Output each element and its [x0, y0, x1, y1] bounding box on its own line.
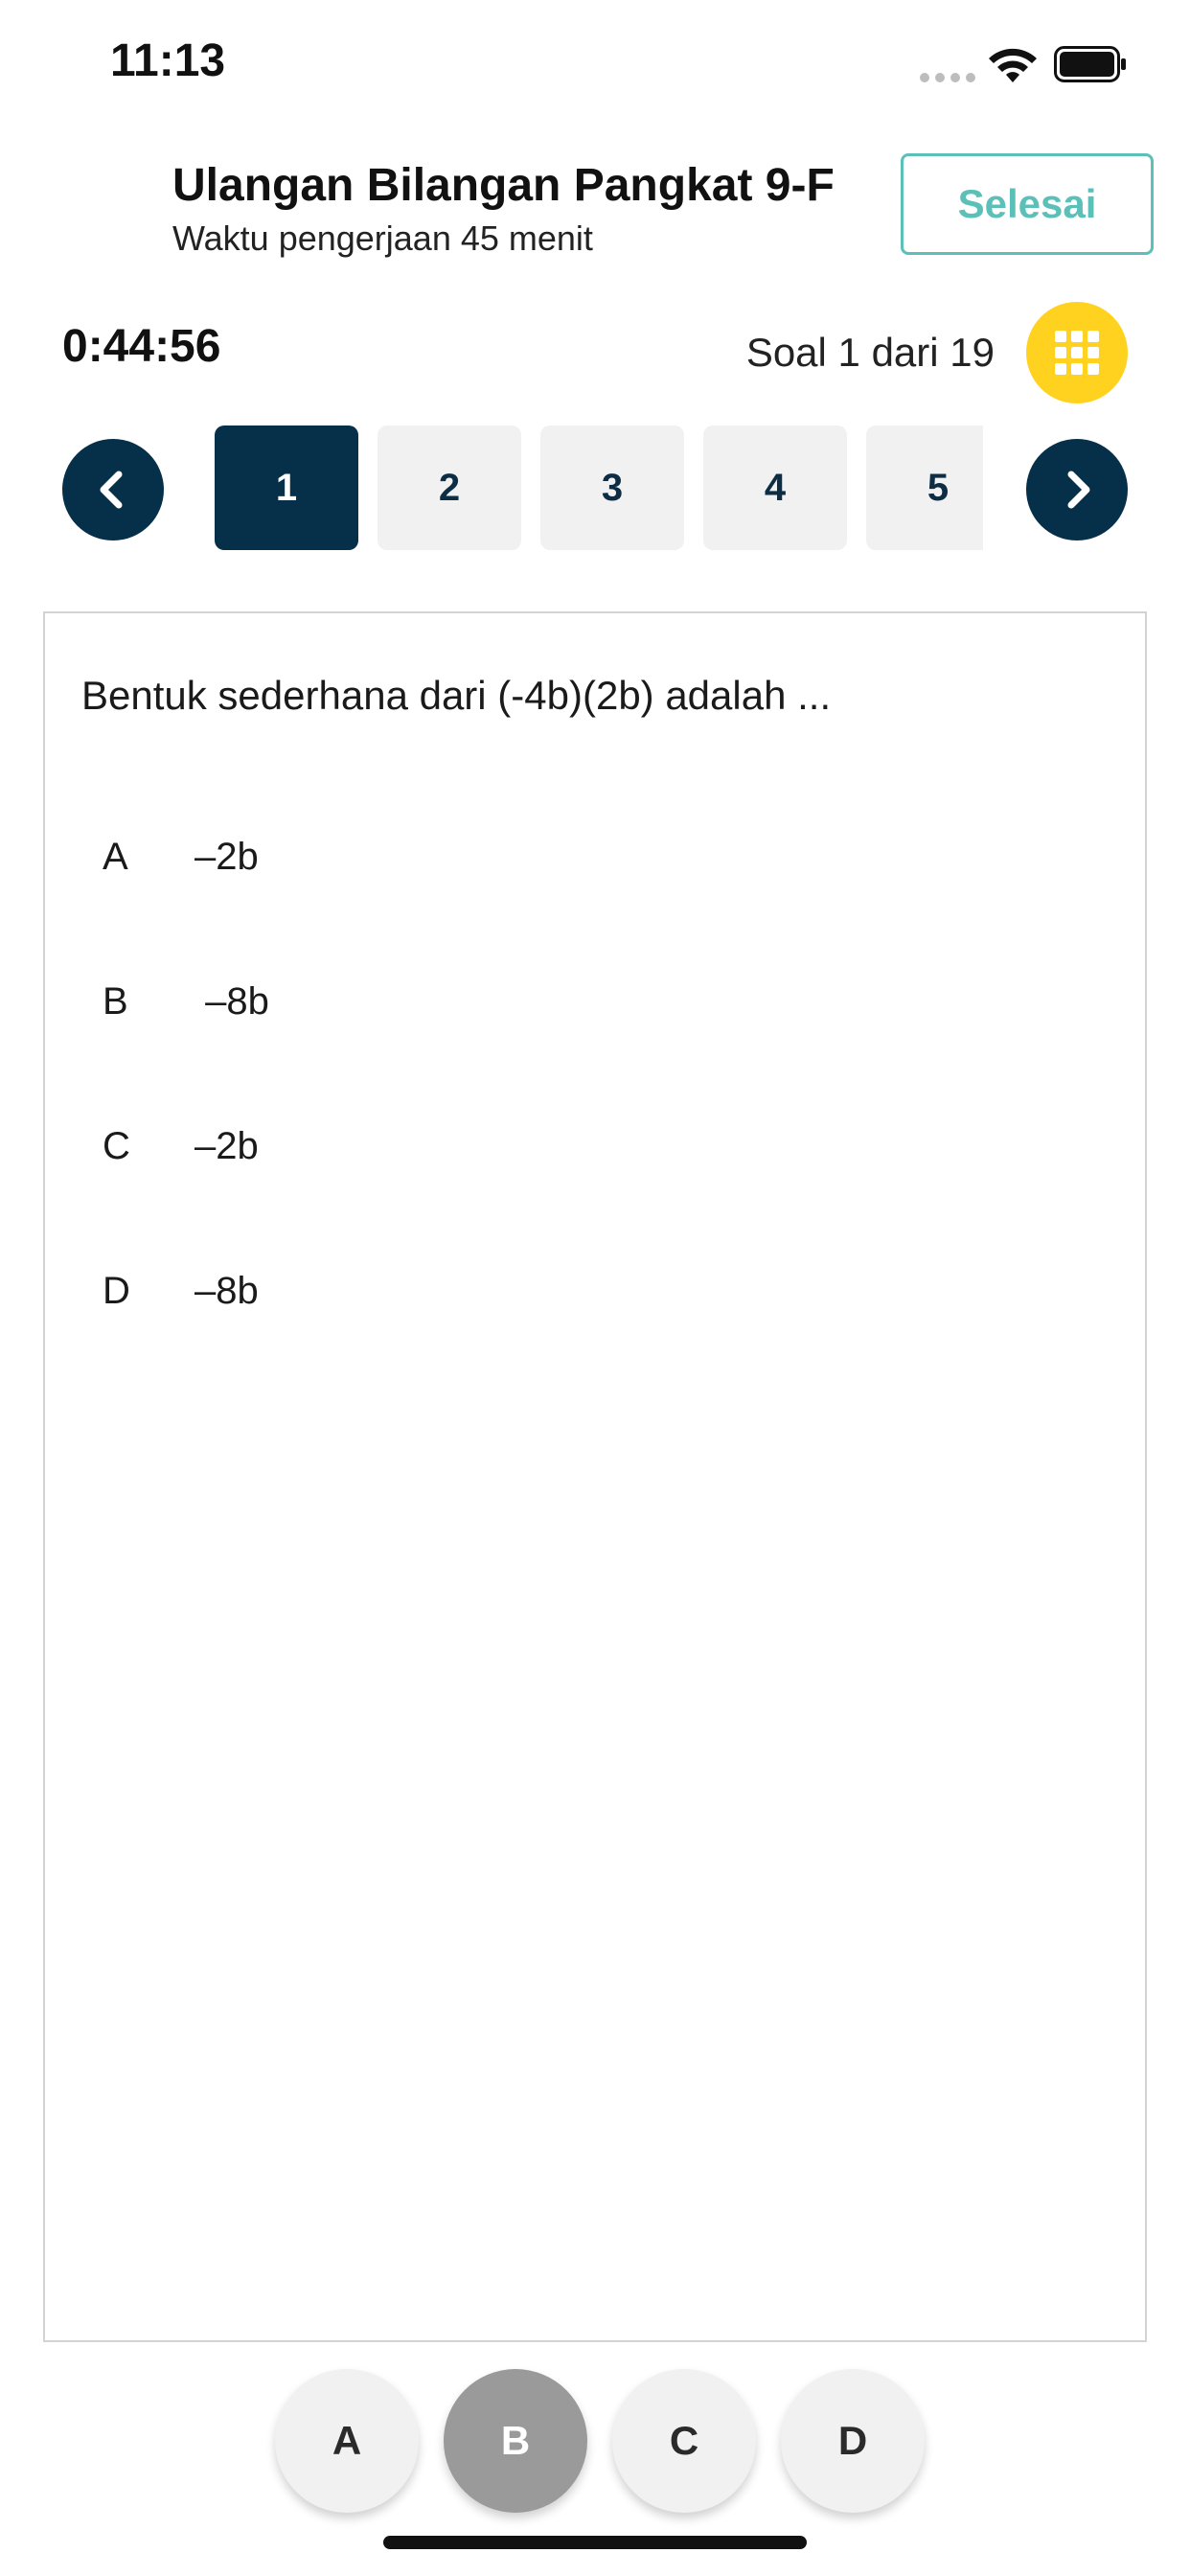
question-text: Bentuk sederhana dari (-4b)(2b) adalah .…	[81, 673, 832, 718]
question-progress: Soal 1 dari 19	[745, 330, 995, 375]
question-card: Bentuk sederhana dari (-4b)(2b) adalah .…	[43, 611, 1147, 2342]
option-value: –8b	[195, 980, 269, 1023]
chevron-right-icon	[1067, 471, 1090, 509]
grid-icon	[1055, 331, 1099, 375]
status-bar: 11:13	[0, 0, 1190, 134]
exam-header: Ulangan Bilangan Pangkat 9-F Waktu penge…	[0, 144, 1190, 278]
option-value: –2b	[195, 836, 259, 878]
question-number-4[interactable]: 4	[703, 426, 847, 550]
option-d: D –8b	[103, 1270, 259, 1313]
option-letter: C	[103, 1125, 130, 1167]
previous-question-button[interactable]	[62, 439, 164, 540]
cellular-signal-icon	[920, 73, 975, 82]
question-number-5[interactable]: 5	[866, 426, 983, 550]
question-navigator: 12345	[0, 422, 1190, 556]
status-time: 11:13	[110, 35, 226, 86]
exam-duration: Waktu pengerjaan 45 menit	[172, 218, 593, 258]
option-a: A –2b	[103, 836, 259, 879]
answer-bar: ABCD	[0, 2358, 1190, 2520]
answer-button-c[interactable]: C	[612, 2369, 756, 2513]
answer-button-d[interactable]: D	[781, 2369, 925, 2513]
wifi-icon	[989, 48, 1037, 82]
exam-title: Ulangan Bilangan Pangkat 9-F	[172, 160, 835, 211]
option-letter: B	[103, 980, 128, 1023]
option-letter: A	[103, 836, 128, 878]
answer-button-b[interactable]: B	[444, 2369, 587, 2513]
next-question-button[interactable]	[1026, 439, 1128, 540]
home-indicator	[383, 2536, 807, 2549]
question-number-3[interactable]: 3	[540, 426, 684, 550]
option-value: –2b	[195, 1125, 259, 1167]
answer-button-a[interactable]: A	[275, 2369, 419, 2513]
option-c: C –2b	[103, 1125, 259, 1168]
finish-button[interactable]: Selesai	[901, 153, 1154, 255]
question-number-strip: 12345	[215, 422, 983, 550]
countdown-timer: 0:44:56	[62, 321, 221, 372]
battery-icon	[1054, 46, 1126, 82]
question-number-1[interactable]: 1	[215, 426, 358, 550]
chevron-left-icon	[100, 471, 123, 509]
option-letter: D	[103, 1270, 130, 1312]
question-number-2[interactable]: 2	[378, 426, 521, 550]
question-grid-button[interactable]	[1026, 302, 1128, 403]
option-value: –8b	[195, 1270, 259, 1312]
option-b: B –8b	[103, 980, 269, 1024]
